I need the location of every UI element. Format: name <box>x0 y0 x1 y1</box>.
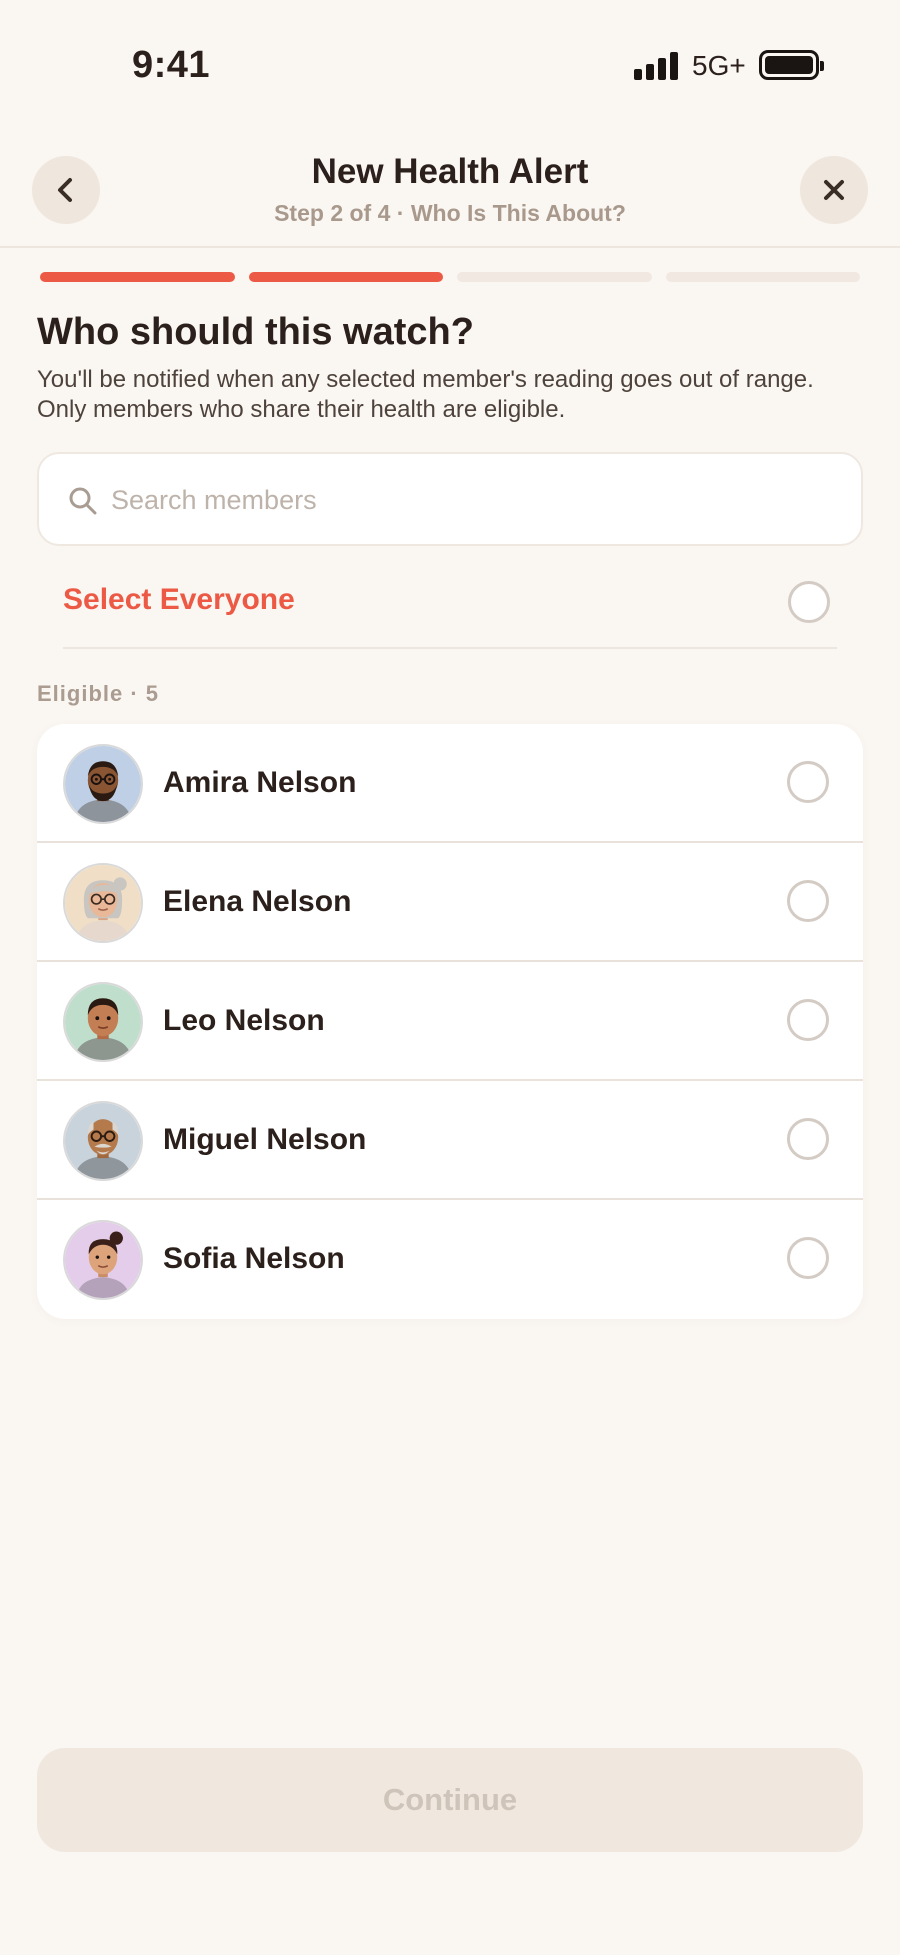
select-everyone-row[interactable]: Select Everyone <box>63 555 837 649</box>
eligible-section-label: Eligible · 5 <box>37 681 160 706</box>
signal-icon <box>634 52 680 80</box>
battery-icon <box>759 50 824 80</box>
progress-segment-4 <box>665 272 860 282</box>
page-title: New Health Alert <box>311 152 589 191</box>
avatar-woman-bun-icon <box>63 1220 143 1300</box>
network-label: 5G+ <box>692 50 746 81</box>
search-icon <box>69 487 97 515</box>
member-radio[interactable] <box>787 1237 829 1279</box>
close-icon <box>824 180 844 200</box>
search-input[interactable] <box>111 474 831 526</box>
member-row[interactable]: Miguel Nelson <box>37 1081 863 1200</box>
member-radio[interactable] <box>787 1118 829 1160</box>
member-radio[interactable] <box>787 880 829 922</box>
member-list: Amira Nelson Elena Nelson Leo Nelson Mig… <box>37 724 863 1319</box>
status-time: 9:41 <box>132 44 211 86</box>
avatar-young-man-icon <box>63 982 143 1062</box>
member-row[interactable]: Amira Nelson <box>37 724 863 843</box>
step-subtitle: Step 2 of 4 · Who Is This About? <box>274 200 626 226</box>
member-name: Leo Nelson <box>163 1004 325 1037</box>
progress-segment-2 <box>248 272 443 282</box>
screen: 9:41 5G+ New Health Alert Step 2 of 4 · … <box>0 0 900 1955</box>
avatar-man-glasses-beard-icon <box>63 744 143 824</box>
member-name: Sofia Nelson <box>163 1242 345 1275</box>
section-heading: Who should this watch? <box>37 311 474 353</box>
member-name: Amira Nelson <box>163 766 357 799</box>
progress-segment-3 <box>457 272 652 282</box>
avatar-elderly-man-glasses-mustache-icon <box>63 1101 143 1181</box>
close-button[interactable] <box>800 156 868 224</box>
section-description: You'll be notified when any selected mem… <box>37 366 814 423</box>
member-name: Elena Nelson <box>163 885 352 918</box>
select-everyone-radio[interactable] <box>788 581 830 623</box>
member-radio[interactable] <box>787 761 829 803</box>
member-row[interactable]: Sofia Nelson <box>37 1200 863 1319</box>
header: New Health Alert Step 2 of 4 · Who Is Th… <box>0 130 900 248</box>
select-everyone-label: Select Everyone <box>63 583 295 616</box>
member-row[interactable]: Elena Nelson <box>37 843 863 962</box>
continue-button[interactable]: Continue <box>37 1748 863 1852</box>
avatar-elderly-woman-glasses-icon <box>63 863 143 943</box>
member-row[interactable]: Leo Nelson <box>37 962 863 1081</box>
member-radio[interactable] <box>787 999 829 1041</box>
search-field[interactable] <box>37 452 863 546</box>
member-name: Miguel Nelson <box>163 1123 367 1156</box>
status-bar: 9:41 5G+ <box>0 0 900 130</box>
progress-segment-1 <box>40 272 235 282</box>
step-progress <box>40 272 860 282</box>
